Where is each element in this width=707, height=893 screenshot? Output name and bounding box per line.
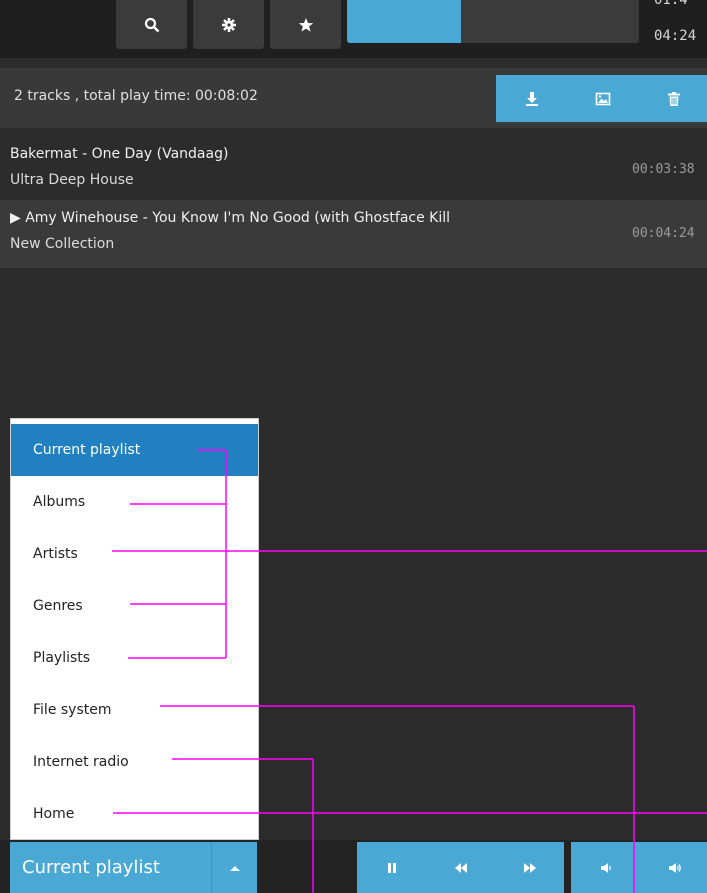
- seek-bar-fill: [347, 0, 461, 43]
- track-row[interactable]: Bakermat - One Day (Vandaag) Ultra Deep …: [0, 136, 707, 204]
- view-menu: Current playlist Albums Artists Genres P…: [10, 418, 259, 840]
- playlist-info-bar: 2 tracks , total play time: 00:08:02: [0, 68, 707, 128]
- menu-item-albums[interactable]: Albums: [11, 476, 258, 528]
- favorites-button[interactable]: [270, 0, 341, 49]
- fast-forward-icon: [523, 862, 536, 873]
- download-icon: [525, 91, 538, 106]
- view-selector-label: Current playlist: [22, 857, 160, 878]
- volume-up-icon: [668, 862, 681, 873]
- menu-item-playlists[interactable]: Playlists: [11, 632, 258, 684]
- total-time: 04:24: [654, 28, 697, 44]
- star-icon: [298, 17, 313, 32]
- menu-item-artists[interactable]: Artists: [11, 528, 258, 580]
- menu-item-current-playlist[interactable]: Current playlist: [11, 424, 258, 476]
- save-playlist-button[interactable]: [496, 75, 567, 122]
- view-selector[interactable]: Current playlist: [10, 842, 257, 893]
- gear-icon: [221, 17, 236, 32]
- track-album: Ultra Deep House: [10, 172, 134, 188]
- track-duration: 00:04:24: [632, 226, 695, 241]
- search-icon: [144, 17, 159, 32]
- track-row-playing[interactable]: ▶ Amy Winehouse - You Know I'm No Good (…: [0, 200, 707, 268]
- elapsed-time: 01:4: [654, 0, 688, 8]
- top-toolbar: 01:4 04:24: [0, 0, 707, 58]
- track-album: New Collection: [10, 236, 115, 252]
- settings-button[interactable]: [193, 0, 264, 49]
- pause-button[interactable]: [357, 842, 426, 893]
- cover-art-button[interactable]: [567, 75, 638, 122]
- rewind-icon: [454, 862, 467, 873]
- image-icon: [595, 92, 610, 105]
- seek-bar[interactable]: [347, 0, 639, 43]
- pause-icon: [387, 862, 396, 873]
- menu-item-internet-radio[interactable]: Internet radio: [11, 736, 258, 788]
- menu-item-file-system[interactable]: File system: [11, 684, 258, 736]
- track-title: ▶ Amy Winehouse - You Know I'm No Good (…: [10, 210, 451, 226]
- volume-up-button[interactable]: [640, 842, 707, 893]
- playlist-summary: 2 tracks , total play time: 00:08:02: [14, 88, 258, 104]
- volume-down-icon: [600, 862, 611, 873]
- next-button[interactable]: [495, 842, 564, 893]
- menu-item-home[interactable]: Home: [11, 788, 258, 840]
- volume-down-button[interactable]: [571, 842, 640, 893]
- trash-icon: [667, 91, 680, 106]
- previous-button[interactable]: [426, 842, 495, 893]
- track-duration: 00:03:38: [632, 162, 695, 177]
- menu-item-genres[interactable]: Genres: [11, 580, 258, 632]
- search-button[interactable]: [116, 0, 187, 49]
- caret-up-icon[interactable]: [211, 842, 257, 893]
- bottom-bar: Current playlist: [0, 840, 707, 893]
- clear-playlist-button[interactable]: [638, 75, 707, 122]
- track-title: Bakermat - One Day (Vandaag): [10, 146, 229, 162]
